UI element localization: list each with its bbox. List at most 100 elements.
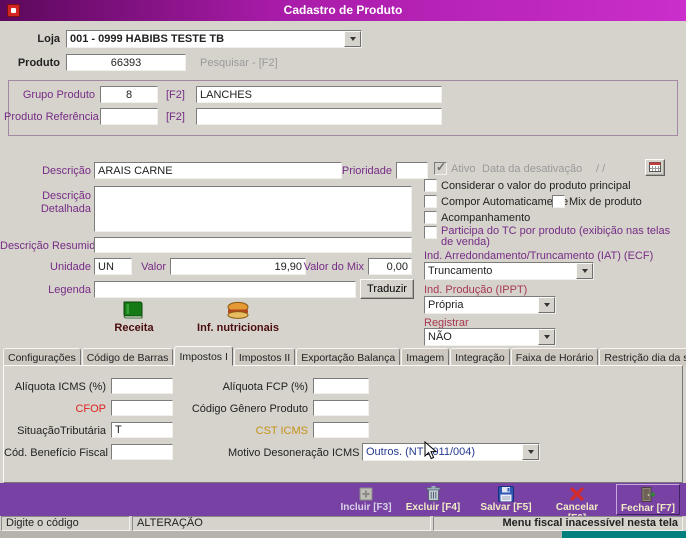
grupo-produto-f2-label: [F2] [166,89,185,101]
excluir-button[interactable]: Excluir [F4] [403,484,463,515]
tab-restricao-dia-semana[interactable]: Restrição dia da semana [599,348,686,366]
motivo-desoneracao-select[interactable]: Outros. (NT 2011/004) [362,443,540,461]
desktop-corner [562,531,686,538]
registrar-select[interactable]: NÃO [424,328,556,346]
tab-impostos-1[interactable]: Impostos I [174,346,233,366]
mouse-cursor [424,440,438,463]
incluir-button[interactable]: Incluir [F3] [336,484,396,515]
cancelar-button[interactable]: Cancelar [F6] [546,484,608,524]
descricao-resumida-label: Descrição Resumida [0,240,102,252]
descricao-detalhada-label: Descrição Detalhada [40,190,91,215]
tab-codigo-barras[interactable]: Código de Barras [81,348,174,366]
mix-checkbox[interactable] [552,195,565,208]
grupo-produto-name-input[interactable] [196,86,442,103]
iat-value: Truncamento [428,265,493,277]
beneficio-fiscal-input[interactable] [111,444,173,460]
mix-label[interactable]: Mix de produto [569,196,642,208]
excluir-label: Excluir [F4] [405,502,461,513]
incluir-label: Incluir [F3] [340,502,392,513]
genero-produto-input[interactable] [313,400,369,416]
aliquota-fcp-input[interactable] [313,378,369,394]
produto-label: Produto [17,57,60,69]
loja-select[interactable]: 001 - 0999 HABIBS TESTE TB [66,30,362,48]
save-icon [476,484,536,502]
data-desativacao-value: / / [596,163,606,175]
grupo-produto-code-input[interactable] [100,86,158,103]
tab-exportacao-balanca[interactable]: Exportação Balança [296,348,401,366]
loja-value: 001 - 0999 HABIBS TESTE TB [70,33,225,45]
tab-impostos-2[interactable]: Impostos II [233,348,296,366]
descricao-input[interactable] [94,162,342,179]
dropdown-arrow-icon[interactable] [538,329,555,345]
cfop-label: CFOP [75,403,106,415]
toolbar: Incluir [F3] Excluir [F4] Salvar [F5] Ca… [0,483,686,524]
iat-select[interactable]: Truncamento [424,262,594,280]
nutricionais-label: Inf. nutricionais [197,322,279,334]
beneficio-fiscal-label: Cód. Benefício Fiscal [4,447,108,459]
cst-icms-label: CST ICMS [255,425,308,437]
situacao-tributaria-input[interactable] [111,422,173,438]
grupo-produto-label: Grupo Produto [22,89,95,101]
legenda-input[interactable] [94,281,356,298]
valor-label: Valor [141,261,166,273]
dropdown-arrow-icon[interactable] [344,31,361,47]
statusbar: Digite o código ALTERAÇÃO Menu fiscal in… [0,516,686,531]
salvar-label: Salvar [F5] [480,502,532,513]
situacao-tributaria-label: SituaçãoTributária [17,425,106,437]
status-right: Menu fiscal inacessível nesta tela [433,516,683,531]
descricao-detalhada-textarea[interactable] [94,186,412,232]
acompanhamento-label[interactable]: Acompanhamento [441,212,530,224]
ippt-select[interactable]: Própria [424,296,556,314]
loja-label: Loja [37,33,60,45]
aliquota-icms-label: Alíquota ICMS (%) [14,381,106,393]
traduzir-button[interactable]: Traduzir [360,279,414,299]
tab-integracao[interactable]: Integração [450,348,510,366]
valor-mix-label: Valor do Mix [303,261,364,273]
tab-imagem[interactable]: Imagem [401,348,450,366]
ippt-label: Ind. Produção (IPPT) [424,284,528,296]
registrar-value: NÃO [428,331,452,343]
legenda-label: Legenda [48,284,91,296]
valor-input[interactable] [170,258,306,275]
considerar-label[interactable]: Considerar o valor do produto principal [441,180,631,192]
aliquota-icms-input[interactable] [111,378,173,394]
calendar-icon [649,162,661,172]
salvar-button[interactable]: Salvar [F5] [476,484,536,515]
unidade-input[interactable] [94,258,132,275]
tab-faixa-horario[interactable]: Faixa de Horário [510,348,599,366]
acompanhamento-checkbox[interactable] [424,211,437,224]
titlebar[interactable]: Cadastro de Produto [0,0,686,21]
status-left: Digite o código [1,516,130,531]
calendar-button[interactable] [645,159,665,176]
nutricionais-icon[interactable] [226,301,250,323]
considerar-checkbox[interactable] [424,179,437,192]
window-title: Cadastro de Produto [283,3,403,17]
dropdown-arrow-icon[interactable] [576,263,593,279]
data-desativacao-label: Data da desativação [482,163,583,175]
compor-checkbox[interactable] [424,195,437,208]
produto-input[interactable] [66,54,186,71]
tabstrip: Configurações Código de Barras Impostos … [3,346,686,366]
produto-referencia-code-input[interactable] [100,108,158,125]
trash-icon [403,484,463,502]
produto-hint: Pesquisar - [F2] [200,57,278,69]
valor-mix-input[interactable] [368,258,412,275]
participa-label[interactable]: Participa do TC por produto (exibição na… [441,226,679,248]
cst-icms-input[interactable] [313,422,369,438]
descricao-resumida-input[interactable] [94,237,412,253]
dropdown-arrow-icon[interactable] [522,444,539,460]
participa-checkbox[interactable] [424,226,437,239]
dropdown-arrow-icon[interactable] [538,297,555,313]
cancel-icon [546,484,608,502]
prioridade-input[interactable] [396,162,428,179]
fechar-button[interactable]: Fechar [F7] [616,484,680,515]
fechar-label: Fechar [F7] [621,503,675,514]
receita-icon[interactable] [120,299,146,324]
iat-label: Ind. Arredondamento/Truncamento (IAT) (E… [424,250,654,262]
produto-referencia-name-input[interactable] [196,108,442,125]
cfop-input[interactable] [111,400,173,416]
compor-label[interactable]: Compor Automaticamente [441,196,568,208]
status-mode: ALTERAÇÃO [132,516,431,531]
tab-configuracoes[interactable]: Configurações [3,348,81,366]
ativo-checkbox[interactable] [434,160,447,175]
